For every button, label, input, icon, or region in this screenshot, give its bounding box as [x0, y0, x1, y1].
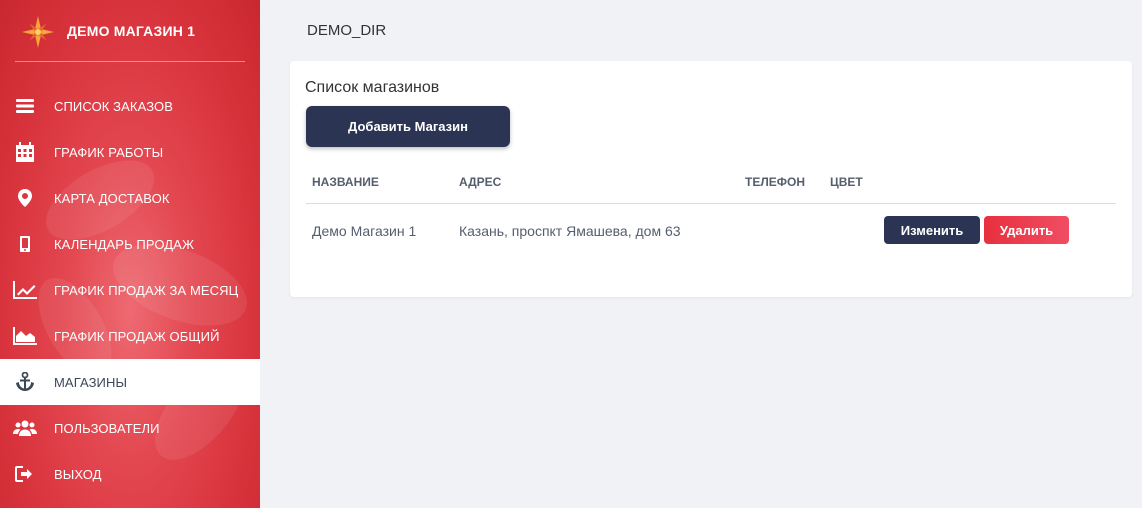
- store-address-cell: Казань, проспкт Ямашева, дом 63: [459, 223, 681, 239]
- sidebar-item-label: СПИСОК ЗАКАЗОВ: [54, 98, 173, 114]
- delete-store-button[interactable]: Удалить: [984, 216, 1069, 244]
- card-title: Список магазинов: [305, 79, 440, 96]
- stores-card: Список магазинов Добавить Магазин НАЗВАН…: [290, 61, 1132, 297]
- column-header-name[interactable]: НАЗВАНИЕ: [312, 175, 379, 189]
- page-title: DEMO_DIR: [307, 22, 387, 39]
- column-header-phone[interactable]: ТЕЛЕФОН: [745, 175, 805, 189]
- users-icon: [12, 417, 38, 439]
- sidebar-item-label: ВЫХОД: [54, 466, 102, 482]
- sidebar-item-label: КАЛЕНДАРЬ ПРОДАЖ: [54, 236, 195, 252]
- area-chart-icon: [12, 325, 38, 347]
- sidebar-item-label: ПОЛЬЗОВАТЕЛИ: [54, 420, 160, 436]
- calendar-icon: [12, 141, 38, 163]
- brand-divider: [15, 61, 245, 62]
- column-header-address[interactable]: АДРЕС: [459, 175, 501, 189]
- sidebar-item-monthly-sales[interactable]: ГРАФИК ПРОДАЖ ЗА МЕСЯЦ: [0, 267, 260, 313]
- map-pin-icon: [12, 187, 38, 209]
- table-header-divider: [306, 203, 1116, 204]
- sidebar-item-orders[interactable]: СПИСОК ЗАКАЗОВ: [0, 83, 260, 129]
- brand-header[interactable]: ДЕМО МАГАЗИН 1: [0, 0, 260, 62]
- sidebar-item-label: МАГАЗИНЫ: [54, 374, 128, 390]
- sidebar-item-label: ГРАФИК ПРОДАЖ ОБЩИЙ: [54, 328, 220, 344]
- sidebar-item-label: КАРТА ДОСТАВОК: [54, 190, 170, 206]
- sidebar-item-users[interactable]: ПОЛЬЗОВАТЕЛИ: [0, 405, 260, 451]
- sidebar-item-delivery-map[interactable]: КАРТА ДОСТАВОК: [0, 175, 260, 221]
- column-header-color[interactable]: ЦВЕТ: [830, 175, 863, 189]
- sidebar-item-sales-calendar[interactable]: КАЛЕНДАРЬ ПРОДАЖ: [0, 221, 260, 267]
- logout-icon: [12, 463, 38, 485]
- mobile-icon: [12, 233, 38, 255]
- sidebar-item-label: ГРАФИК ПРОДАЖ ЗА МЕСЯЦ: [54, 282, 239, 298]
- sidebar-nav: СПИСОК ЗАКАЗОВ ГРАФИК РАБОТЫ КАРТА ДОСТА…: [0, 83, 260, 497]
- store-name-cell: Демо Магазин 1: [312, 223, 417, 239]
- add-store-button[interactable]: Добавить Магазин: [306, 106, 510, 147]
- list-icon: [12, 95, 38, 117]
- line-chart-icon: [12, 279, 38, 301]
- brand-name: ДЕМО МАГАЗИН 1: [67, 23, 196, 39]
- sidebar-item-logout[interactable]: ВЫХОД: [0, 451, 260, 497]
- sidebar-item-total-sales[interactable]: ГРАФИК ПРОДАЖ ОБЩИЙ: [0, 313, 260, 359]
- sidebar: ДЕМО МАГАЗИН 1 СПИСОК ЗАКАЗОВ ГРАФИК РАБ…: [0, 0, 260, 508]
- edit-store-button[interactable]: Изменить: [884, 216, 980, 244]
- star-logo-icon: [22, 16, 54, 48]
- sidebar-item-schedule[interactable]: ГРАФИК РАБОТЫ: [0, 129, 260, 175]
- sidebar-item-stores[interactable]: МАГАЗИНЫ: [0, 359, 260, 405]
- anchor-icon: [12, 371, 38, 393]
- sidebar-item-label: ГРАФИК РАБОТЫ: [54, 144, 164, 160]
